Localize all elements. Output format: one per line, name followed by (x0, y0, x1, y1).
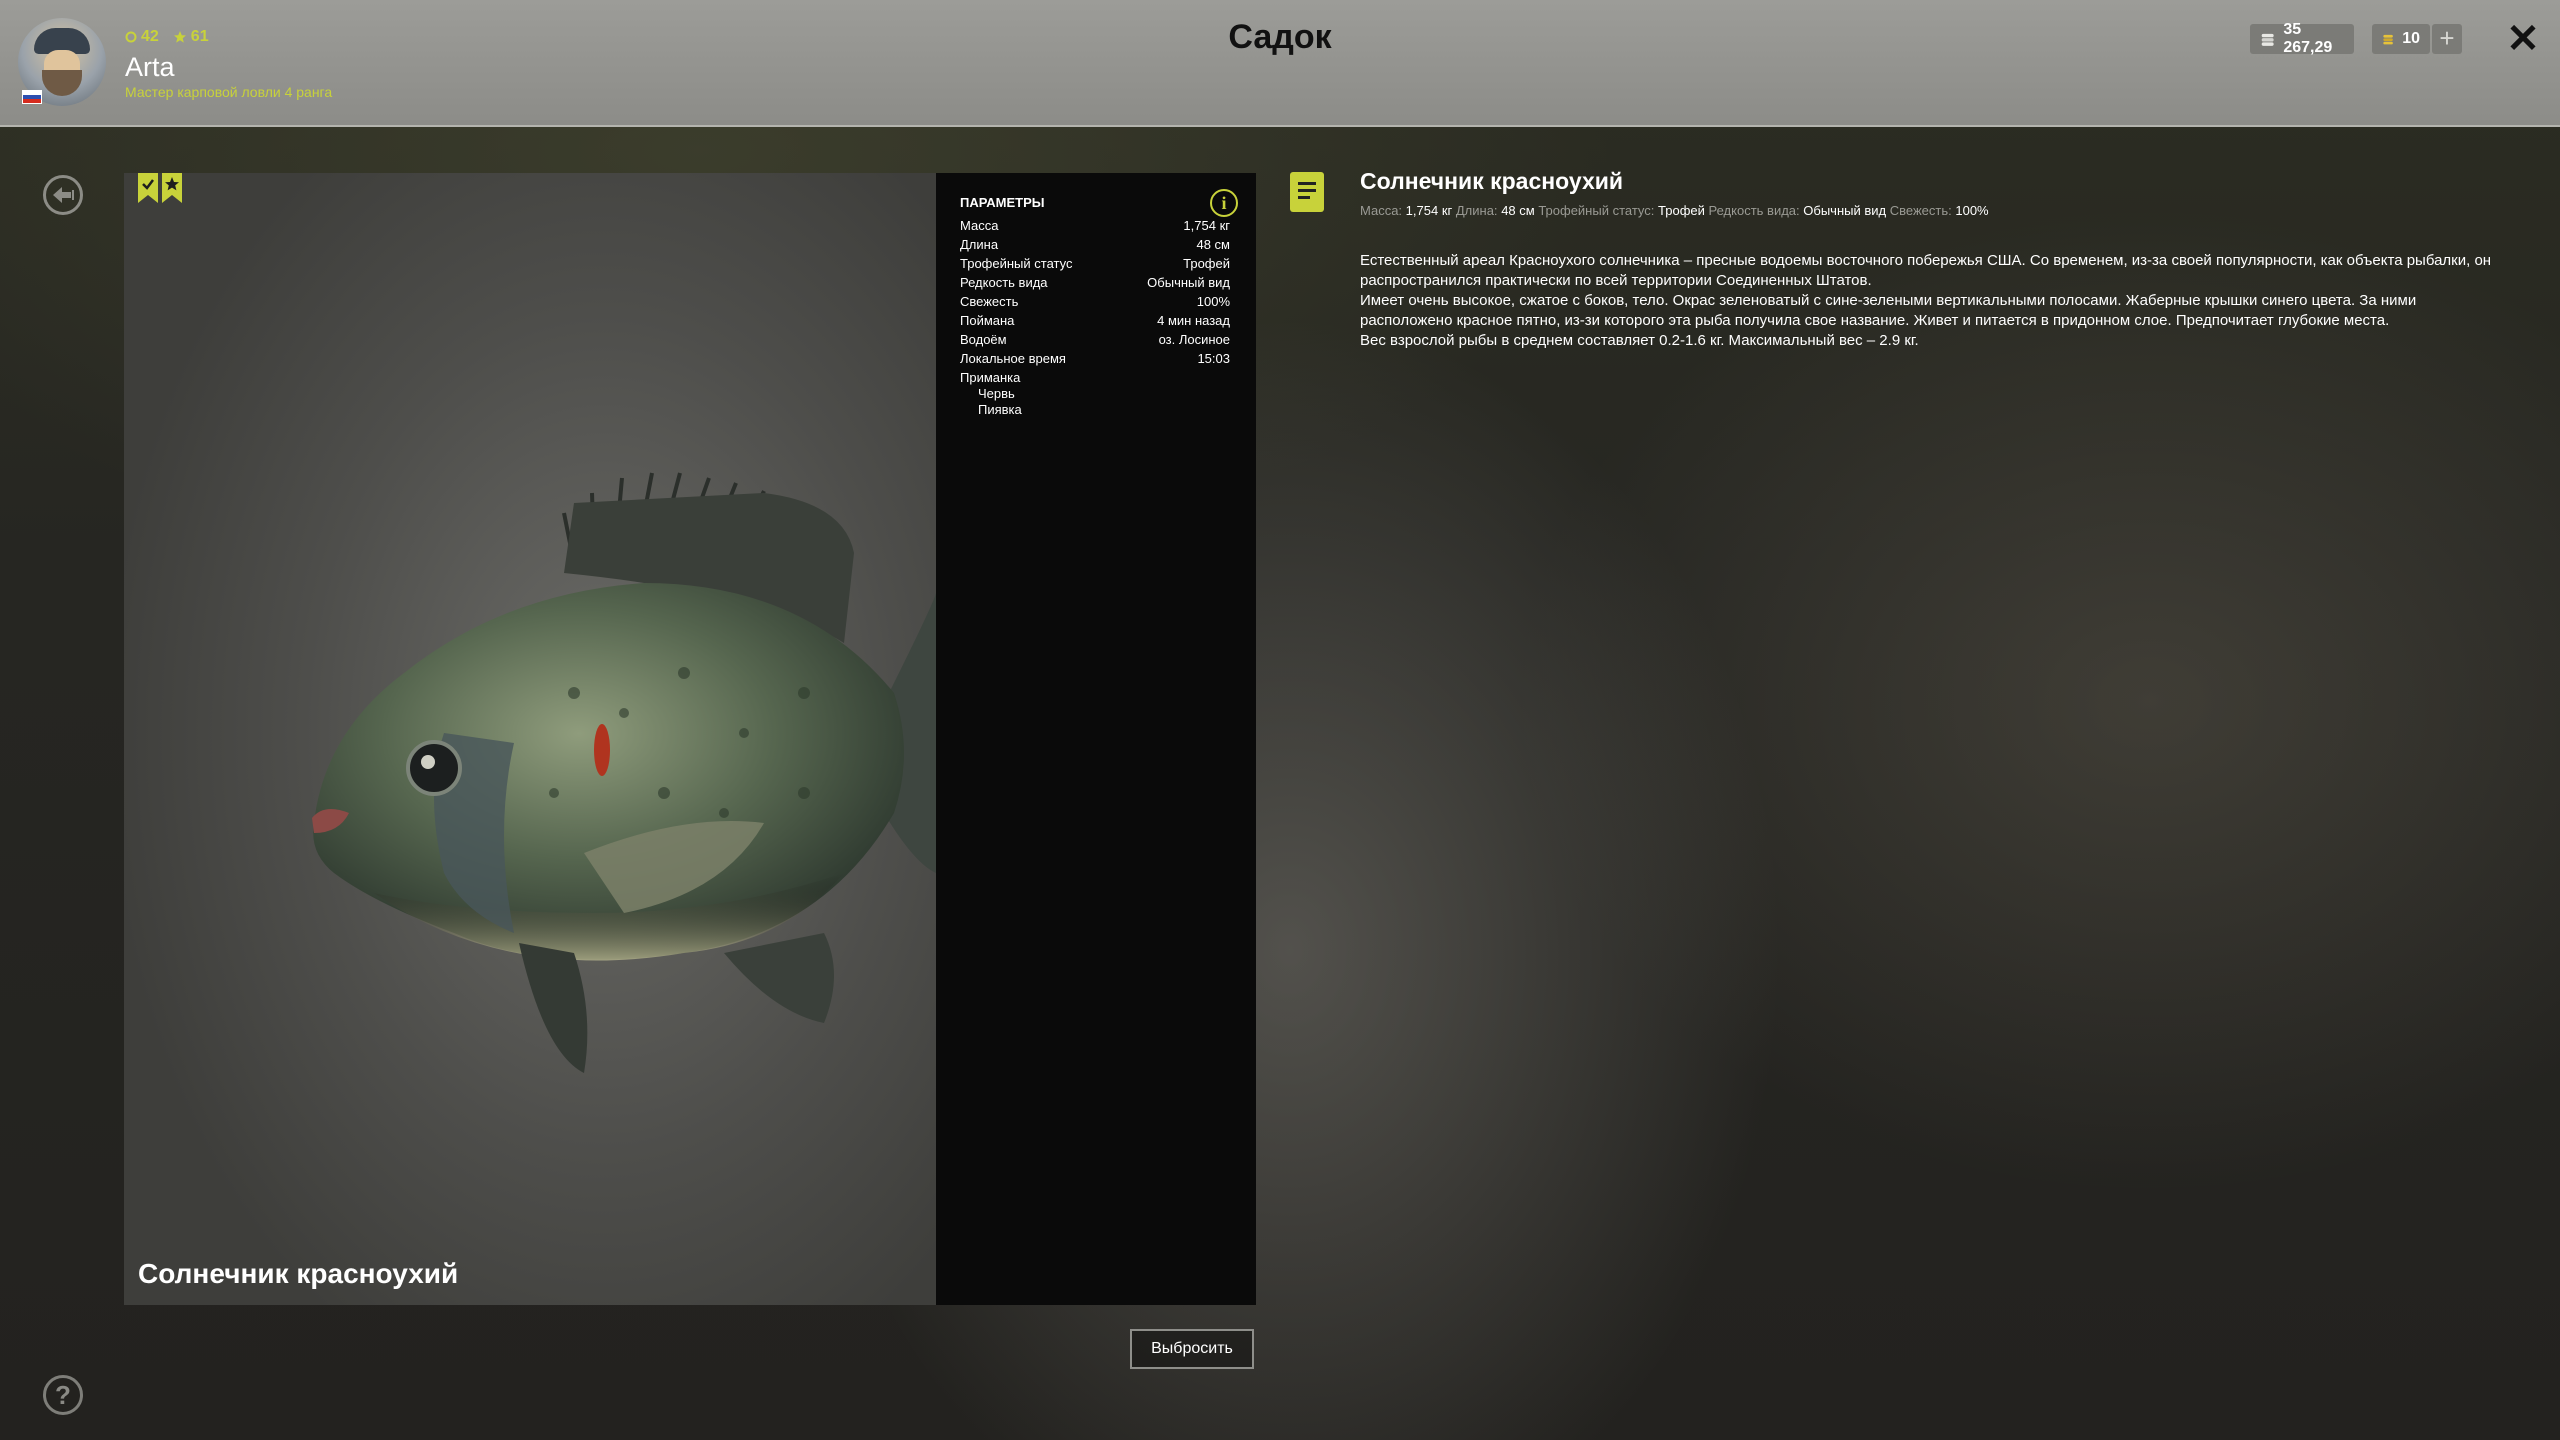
param-label: Свежесть (960, 294, 1019, 309)
parameters-title: ПАРАМЕТРЫ (960, 195, 1045, 210)
buy-gold-button[interactable]: + (2432, 24, 2462, 54)
param-row-length: Длина 48 см (960, 237, 1230, 252)
param-row-trophy: Трофейный статус Трофей (960, 256, 1230, 271)
meta-length-label: Длина: (1455, 203, 1498, 218)
param-label: Масса (960, 218, 999, 233)
fish-name: Солнечник красноухий (138, 1258, 459, 1289)
gold-coins-icon (2383, 34, 2393, 45)
param-label: Длина (960, 237, 999, 252)
player-rank: Мастер карповой ловли 4 ранга (125, 84, 333, 100)
description-title: Солнечник красноухий (1360, 168, 1624, 194)
param-value: Обычный вид (1147, 275, 1230, 290)
param-row-mass: Масса 1,754 кг (960, 218, 1230, 233)
fish-illustration (312, 472, 936, 1073)
close-button[interactable]: ✕ (2502, 18, 2544, 60)
description-paragraph: Имеет очень высокое, сжатое с боков, тел… (1360, 292, 2417, 329)
param-value: 1,754 кг (1183, 218, 1230, 233)
fish-preview: Солнечник красноухий (124, 173, 936, 1305)
param-label: Трофейный статус (960, 256, 1073, 271)
russia-flag-icon (22, 90, 42, 104)
param-value: 100% (1196, 294, 1230, 309)
gold-balance[interactable]: 10 (2372, 24, 2430, 54)
param-row-caught: Поймана 4 мин назад (960, 313, 1230, 328)
param-value: 4 мин назад (1157, 313, 1230, 328)
param-row-rarity: Редкость вида Обычный вид (960, 275, 1230, 290)
bait-label: Приманка (960, 370, 1021, 385)
discard-button[interactable]: Выбросить (1130, 1329, 1254, 1369)
description-paragraph: Естественный ареал Красноухого солнечник… (1360, 252, 2492, 289)
gold-value: 10 (2402, 30, 2420, 47)
meta-rarity: Обычный вид (1803, 203, 1887, 218)
meta-mass-label: Масса: (1360, 203, 1403, 218)
back-button[interactable] (43, 175, 83, 215)
help-button[interactable]: ? (43, 1375, 83, 1415)
money-balance[interactable]: 35 267,29 (2250, 21, 2354, 56)
top-bar: 42 61 Arta Мастер карповой ловли 4 ранга… (0, 0, 2560, 127)
info-icon[interactable]: i (1210, 189, 1238, 217)
meta-fresh: 100% (1955, 203, 1989, 218)
param-label: Поймана (960, 313, 1015, 328)
description-text: Естественный ареал Красноухого солнечник… (1360, 251, 2500, 351)
meta-length: 48 см (1501, 203, 1535, 218)
param-value: 15:03 (1197, 351, 1230, 366)
param-label: Водоём (960, 332, 1007, 347)
meta-trophy: Трофей (1658, 203, 1705, 218)
silver-coins-icon (2261, 33, 2274, 46)
param-value: Трофей (1183, 256, 1230, 271)
document-icon (1290, 172, 1324, 212)
param-value: оз. Лосиное (1158, 332, 1230, 347)
param-label: Редкость вида (960, 275, 1048, 290)
parameters-panel: ПАРАМЕТРЫ i Масса 1,754 кг Длина 48 см Т… (936, 173, 1256, 1305)
avatar-beard (42, 70, 82, 96)
meta-fresh-label: Свежесть: (1889, 203, 1952, 218)
bait-item: Пиявка (978, 402, 1022, 417)
param-row-water: Водоём оз. Лосиное (960, 332, 1230, 347)
param-row-local-time: Локальное время 15:03 (960, 351, 1230, 366)
back-arrow-icon (53, 187, 74, 203)
description-paragraph: Вес взрослой рыбы в среднем составляет 0… (1360, 332, 1919, 349)
bait-item: Червь (978, 386, 1015, 401)
page-title: Садок (1228, 18, 1332, 56)
meta-mass: 1,754 кг (1405, 203, 1453, 218)
money-value: 35 267,29 (2283, 21, 2333, 56)
meta-trophy-label: Трофейный статус: (1538, 203, 1655, 218)
description-meta: Масса: 1,754 кг Длина: 48 см Трофейный с… (1360, 203, 1989, 218)
param-row-freshness: Свежесть 100% (960, 294, 1230, 309)
param-row-bait: Приманка (960, 370, 1230, 385)
meta-rarity-label: Редкость вида: (1708, 203, 1800, 218)
param-value: 48 см (1196, 237, 1230, 252)
param-label: Локальное время (960, 351, 1066, 366)
